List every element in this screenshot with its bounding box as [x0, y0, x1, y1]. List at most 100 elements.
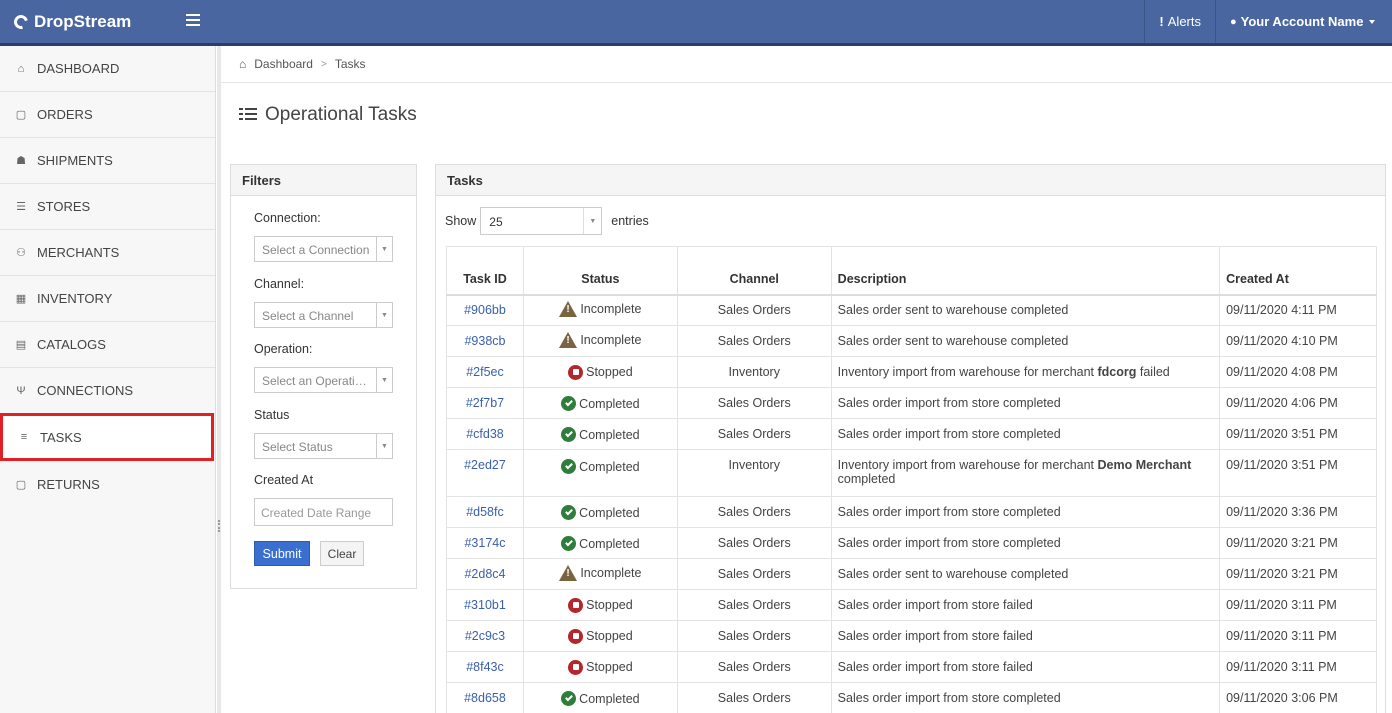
description-entity: Demo Merchant [1097, 458, 1192, 472]
task-id-link[interactable]: #d58fc [466, 505, 504, 519]
sidebar-item-orders[interactable]: ▢ ORDERS [0, 92, 215, 138]
channel-cell: Sales Orders [676, 418, 832, 450]
created-at-cell: 09/11/2020 3:51 PM [1219, 418, 1377, 450]
description-cell: Sales order import from store failed [830, 620, 1221, 652]
column-header-task-id[interactable]: Task ID [446, 246, 524, 296]
bag-icon: ▢ [15, 109, 27, 121]
sidebar-item-tasks[interactable]: ≡ TASKS [0, 413, 214, 461]
sidebar-item-label: STORES [37, 199, 91, 214]
channel-label: Channel: [254, 277, 305, 291]
task-id-link[interactable]: #938cb [464, 334, 505, 348]
status-text: Incomplete [580, 565, 642, 580]
check-circle-icon [561, 536, 577, 551]
sidebar-item-stores[interactable]: ☰ STORES [0, 184, 215, 230]
chevron-down-icon: ▼ [583, 208, 601, 234]
created-at-cell: 09/11/2020 3:36 PM [1219, 496, 1377, 528]
created-at-cell: 09/11/2020 4:08 PM [1219, 356, 1377, 388]
channel-cell: Inventory [676, 356, 832, 388]
user-icon: ● [1230, 15, 1237, 28]
alerts-label: Alerts [1167, 14, 1201, 29]
channel-cell: Sales Orders [676, 325, 832, 357]
exclamation-icon: ! [1159, 14, 1164, 29]
task-id-link[interactable]: #2f5ec [466, 365, 504, 379]
sidebar-item-dashboard[interactable]: ⌂ DASHBOARD [0, 46, 215, 92]
breadcrumb-home[interactable]: Dashboard [254, 57, 313, 71]
clear-button[interactable]: Clear [320, 541, 364, 566]
created-at-cell: 09/11/2020 3:06 PM [1219, 682, 1377, 713]
description-cell: Inventory import from warehouse for merc… [830, 449, 1221, 497]
operation-select[interactable]: Select an Operati… ▼ [254, 367, 393, 393]
created-at-cell: 09/11/2020 3:11 PM [1219, 651, 1377, 683]
bag-icon: ▢ [15, 478, 27, 491]
sidebar-item-catalogs[interactable]: ▤ CATALOGS [0, 322, 215, 368]
description-cell: Sales order import from store failed [830, 651, 1221, 683]
stop-icon [568, 597, 584, 613]
created-at-cell: 09/11/2020 4:06 PM [1219, 387, 1377, 419]
sidebar-item-inventory[interactable]: ▦ INVENTORY [0, 276, 215, 322]
status-text: Completed [579, 505, 640, 520]
channel-select[interactable]: Select a Channel ▼ [254, 302, 393, 328]
cart-icon: ☰ [16, 201, 26, 213]
top-navbar: DropStream ! Alerts ● Your Account Name [0, 0, 1392, 46]
table-row: #d58fc Completed Sales Orders Sales order i… [446, 496, 1377, 528]
status-text: Completed [579, 536, 640, 551]
connection-select[interactable]: Select a Connection ▼ [254, 236, 393, 262]
filters-title: Filters [231, 165, 416, 196]
table-row: #2ed27 Completed Inventory Inventory import… [446, 449, 1377, 497]
table-row: #2f7b7 Completed Sales Orders Sales order i… [446, 387, 1377, 419]
status-text: Incomplete [580, 332, 642, 347]
plug-icon: Ψ [16, 384, 26, 397]
account-menu-button[interactable]: ● Your Account Name [1215, 0, 1392, 43]
created-date-range-input[interactable]: Created Date Range [254, 498, 393, 526]
sidebar-item-label: INVENTORY [37, 291, 113, 306]
stop-icon [568, 364, 584, 380]
warning-icon: ! [559, 300, 578, 317]
created-at-cell: 09/11/2020 3:21 PM [1219, 558, 1377, 590]
sidebar-item-connections[interactable]: Ψ CONNECTIONS [0, 368, 215, 414]
column-header-channel[interactable]: Channel [676, 246, 832, 296]
status-select[interactable]: Select Status ▼ [254, 433, 393, 459]
task-id-link[interactable]: #8f43c [466, 660, 504, 674]
chevron-right-icon: > [320, 58, 327, 70]
resize-grip-icon[interactable] [218, 520, 220, 532]
sidebar: ⌂ DASHBOARD ▢ ORDERS ☗ SHIPMENTS ☰ STORES ⚇ MERCH… [0, 46, 216, 713]
alerts-button[interactable]: ! Alerts [1144, 0, 1215, 43]
operation-placeholder: Select an Operati… [262, 374, 367, 388]
channel-cell: Sales Orders [676, 496, 832, 528]
chevron-down-icon: ▼ [376, 237, 392, 261]
task-id-link[interactable]: #8d658 [464, 691, 506, 705]
submit-button[interactable]: Submit [254, 541, 310, 566]
sidebar-item-returns[interactable]: ▢ RETURNS [0, 461, 215, 507]
column-header-created-at[interactable]: Created At [1219, 246, 1377, 296]
sidebar-item-label: RETURNS [37, 476, 100, 492]
status-text: Stopped [586, 660, 633, 675]
sidebar-item-merchants[interactable]: ⚇ MERCHANTS [0, 230, 215, 276]
task-id-link[interactable]: #2d8c4 [464, 567, 505, 581]
table-row: #2d8c4! Incomplete Sales Orders Sales order… [446, 558, 1377, 590]
check-circle-icon [561, 459, 577, 474]
breadcrumb: ⌂ Dashboard > Tasks [221, 46, 1392, 83]
task-id-link[interactable]: #cfd38 [466, 427, 504, 441]
column-header-status[interactable]: Status [522, 246, 678, 296]
table-row: #310b1 Stopped Sales Orders Sales order imp… [446, 589, 1377, 621]
task-id-link[interactable]: #310b1 [464, 598, 506, 612]
sidebar-item-shipments[interactable]: ☗ SHIPMENTS [0, 138, 215, 184]
task-id-link[interactable]: #3174c [464, 536, 505, 550]
page-length-value: 25 [489, 215, 503, 229]
menu-toggle-icon[interactable] [186, 14, 200, 29]
description-text: Sales order import from store failed [837, 660, 1033, 674]
brand-logo[interactable]: DropStream [11, 12, 131, 32]
description-text: Sales order sent to warehouse completed [837, 303, 1069, 318]
page-length-select[interactable]: 25 ▼ [480, 207, 603, 235]
column-header-description[interactable]: Description [830, 246, 1221, 296]
status-badge: Completed [561, 505, 640, 520]
task-id-link[interactable]: #2ed27 [464, 458, 506, 472]
table-row: #2f5ec Stopped Inventory Inventory import f… [446, 356, 1377, 388]
book-icon: ▤ [15, 339, 27, 351]
description-text: Sales order import from store completed [837, 536, 1061, 550]
task-id-link[interactable]: #2f7b7 [466, 396, 504, 410]
channel-cell: Sales Orders [676, 651, 832, 683]
task-id-link[interactable]: #906bb [464, 303, 506, 317]
tasks-table: Task ID Status Channel Description Creat… [446, 246, 1377, 713]
task-id-link[interactable]: #2c9c3 [465, 629, 505, 643]
